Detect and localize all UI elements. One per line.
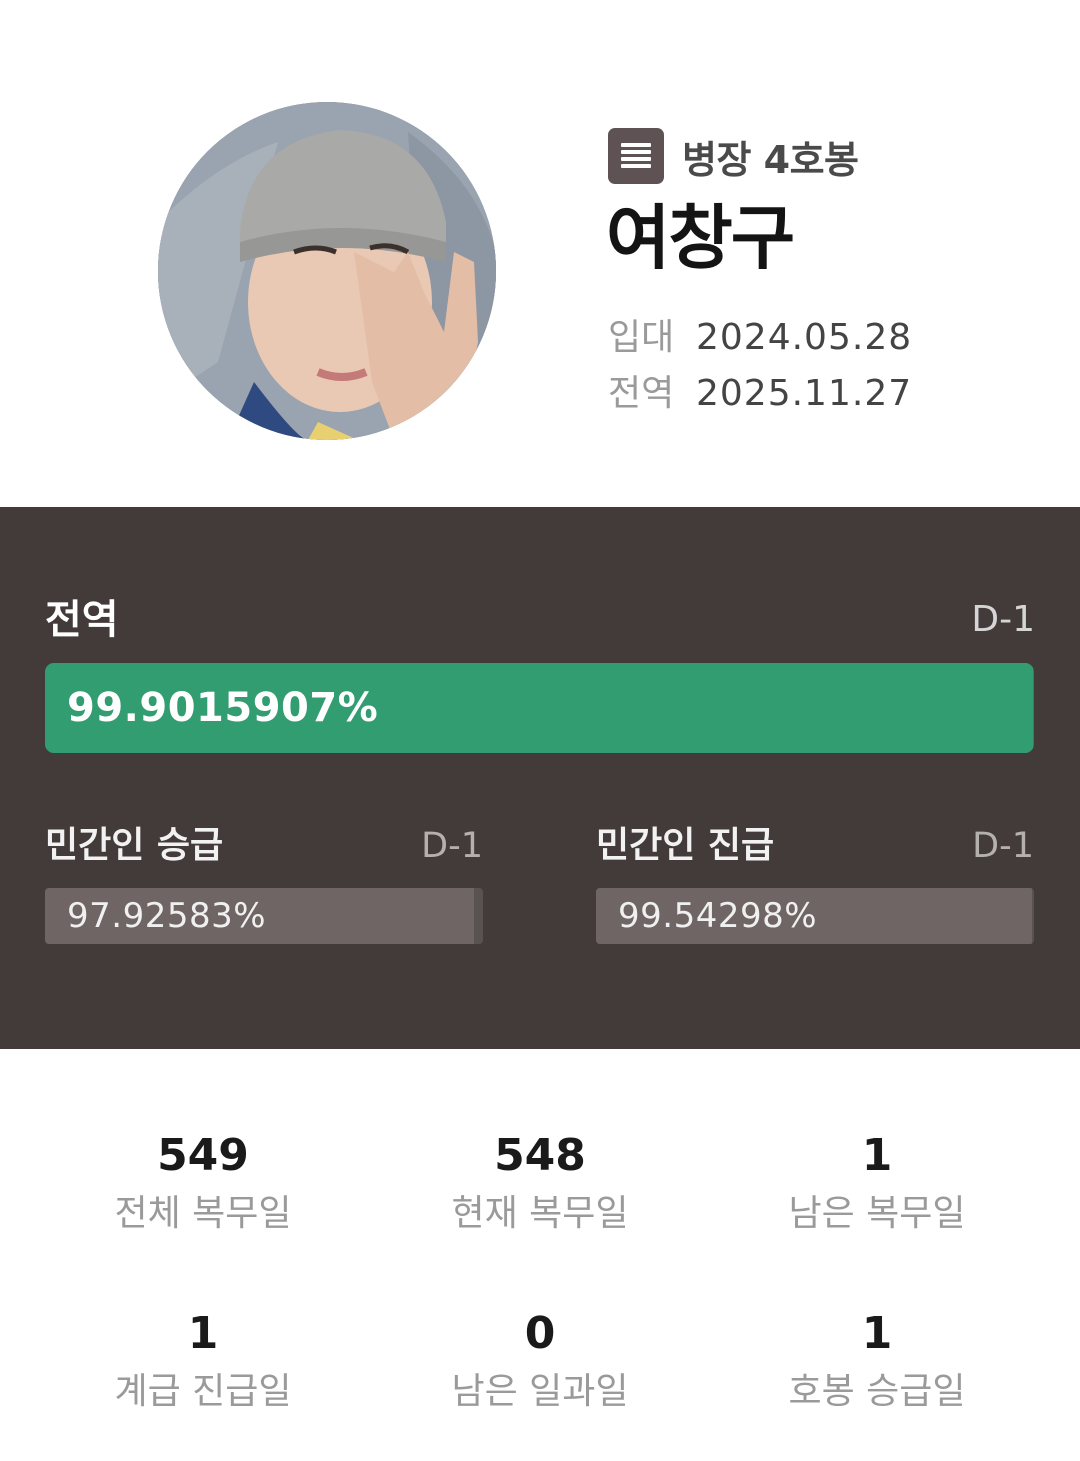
discharge-date: 2025.11.27 bbox=[696, 373, 913, 414]
civilian-advancement-percent: 99.54298% bbox=[618, 896, 818, 936]
civilian-promotion-bar: 97.92583% bbox=[45, 888, 483, 944]
rank-label: 병장 4호봉 bbox=[682, 137, 859, 182]
stat-value: 548 bbox=[494, 1130, 586, 1181]
civilian-promotion: 민간인 승급 D-1 97.92583% bbox=[45, 823, 483, 945]
stat-label: 호봉 승급일 bbox=[788, 1371, 966, 1412]
discharge-label: 전역 bbox=[608, 373, 675, 414]
civilian-promotion-percent: 97.92583% bbox=[67, 896, 267, 936]
stat-current-service-days: 548 현재 복무일 bbox=[390, 1129, 690, 1237]
profile-header: 병장 4호봉 여창구 입대 2024.05.28 전역 2025.11.27 bbox=[0, 0, 1080, 507]
discharge-progress-title: 전역 bbox=[45, 597, 119, 643]
list-icon bbox=[608, 128, 664, 184]
discharge-progress-header: 전역 D-1 bbox=[45, 595, 1035, 645]
avatar[interactable] bbox=[158, 102, 496, 440]
enlist-date: 2024.05.28 bbox=[696, 317, 913, 358]
enlist-label: 입대 bbox=[608, 317, 675, 358]
stat-value: 1 bbox=[861, 1130, 893, 1181]
stat-label: 현재 복무일 bbox=[451, 1193, 629, 1234]
stat-value: 1 bbox=[187, 1308, 219, 1359]
stat-rank-promotion-days: 1 계급 진급일 bbox=[53, 1307, 353, 1415]
discharge-progress-percent: 99.9015907% bbox=[67, 685, 379, 731]
civilian-advancement: 민간인 진급 D-1 99.54298% bbox=[596, 823, 1034, 945]
civilian-promotion-dday: D-1 bbox=[421, 826, 483, 866]
stat-step-promotion-days: 1 호봉 승급일 bbox=[727, 1307, 1027, 1415]
rank-row: 병장 4호봉 bbox=[608, 128, 859, 184]
stat-label: 남은 일과일 bbox=[451, 1371, 629, 1412]
service-stats: 549 전체 복무일 548 현재 복무일 1 남은 복무일 1 계급 진급일 … bbox=[0, 1049, 1080, 1461]
discharge-dday: D-1 bbox=[971, 599, 1035, 640]
stat-label: 전체 복무일 bbox=[114, 1193, 292, 1234]
stat-value: 549 bbox=[157, 1130, 249, 1181]
discharge-date-row: 전역 2025.11.27 bbox=[608, 372, 912, 416]
civilian-advancement-bar: 99.54298% bbox=[596, 888, 1034, 944]
civilian-advancement-title: 민간인 진급 bbox=[596, 825, 775, 866]
stat-remaining-service-days: 1 남은 복무일 bbox=[727, 1129, 1027, 1237]
civilian-advancement-dday: D-1 bbox=[972, 826, 1034, 866]
user-name: 여창구 bbox=[606, 197, 795, 279]
discharge-progress-bar: 99.9015907% bbox=[45, 663, 1034, 753]
stat-remaining-duty-days: 0 남은 일과일 bbox=[390, 1307, 690, 1415]
stat-label: 계급 진급일 bbox=[114, 1371, 292, 1412]
stat-label: 남은 복무일 bbox=[788, 1193, 966, 1234]
stat-total-service-days: 549 전체 복무일 bbox=[53, 1129, 353, 1237]
enlist-date-row: 입대 2024.05.28 bbox=[608, 316, 912, 360]
avatar-image bbox=[158, 102, 496, 440]
stat-value: 1 bbox=[861, 1308, 893, 1359]
stat-value: 0 bbox=[524, 1308, 556, 1359]
progress-panel: 전역 D-1 99.9015907% 민간인 승급 D-1 97.92583% … bbox=[0, 507, 1080, 1049]
civilian-promotion-title: 민간인 승급 bbox=[45, 825, 224, 866]
